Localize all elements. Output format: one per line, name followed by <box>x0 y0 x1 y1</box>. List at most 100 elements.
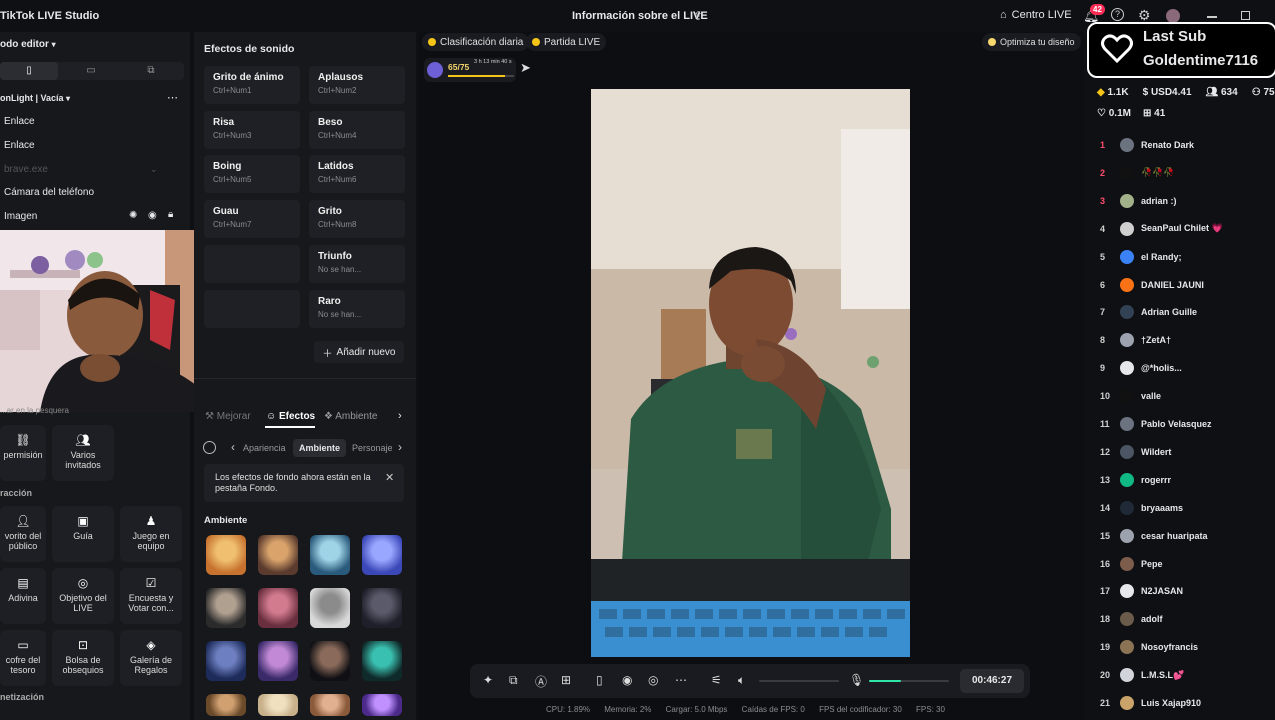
sound-effect-button[interactable]: Grito de ánimo Ctrl+Num1 <box>204 66 300 104</box>
more-icon[interactable]: ⋯ <box>675 673 687 687</box>
tile-guess[interactable]: ▤ Adivina <box>0 568 46 624</box>
eye-icon[interactable]: ◉ <box>148 210 157 221</box>
tile-gift-gallery[interactable]: ◈ Galería de Regalos <box>120 630 182 686</box>
leaderboard-row[interactable]: 13 rogerrr <box>1100 470 1171 490</box>
ambient-effect-thumbnail[interactable] <box>206 694 246 716</box>
ambient-effect-thumbnail[interactable] <box>258 588 298 628</box>
leaderboard-row[interactable]: 9 @*holis... <box>1100 358 1182 378</box>
leaderboard-row[interactable]: 6 DANIEL JAUNI <box>1100 275 1204 295</box>
add-new-button[interactable]: ＋ Añadir nuevo <box>314 341 404 363</box>
ambient-effect-thumbnail[interactable] <box>310 694 350 716</box>
ambient-effect-thumbnail[interactable] <box>362 588 402 628</box>
minimize-icon[interactable] <box>1207 16 1217 18</box>
ambient-effect-thumbnail[interactable] <box>362 641 402 681</box>
portrait-option[interactable]: ▯ <box>0 62 58 80</box>
tab-effects[interactable]: ☺ Efectos <box>266 411 315 422</box>
chevron-left-icon[interactable]: ‹ <box>231 440 235 454</box>
tab-ambient[interactable]: ❖ Ambiente <box>324 411 377 422</box>
none-icon[interactable] <box>203 441 216 454</box>
lock-icon[interactable]: 🔒︎ <box>168 209 173 220</box>
leaderboard-row[interactable]: 11 Pablo Velasquez <box>1100 414 1212 434</box>
leaderboard-row[interactable]: 7 Adrian Guille <box>1100 302 1197 322</box>
ambient-effect-thumbnail[interactable] <box>310 588 350 628</box>
camera-switch-icon[interactable]: ◎ <box>648 673 658 687</box>
leaderboard-row[interactable]: 14 bryaaams <box>1100 498 1183 518</box>
chevron-right-icon[interactable]: › <box>398 440 402 454</box>
speaker-volume-slider[interactable] <box>759 680 839 682</box>
share-icon[interactable]: ⇪ <box>693 9 703 23</box>
leaderboard-row[interactable]: 4 SeanPaul Chilet 💗 <box>1100 219 1223 239</box>
settings-icon[interactable]: ✺ <box>129 210 137 221</box>
restore-icon[interactable] <box>1241 11 1250 20</box>
mic-volume-slider[interactable] <box>869 680 949 682</box>
tile-multi-guest[interactable]: 👥︎ Varios invitados <box>52 425 114 481</box>
tile-guide[interactable]: ▣ Guía <box>52 506 114 562</box>
tile-team-game[interactable]: ♟ Juego en equipo <box>120 506 182 562</box>
sound-effect-button[interactable]: Guau Ctrl+Num7 <box>204 200 300 239</box>
source-item[interactable]: Imagen <box>4 211 37 222</box>
sound-effect-button[interactable]: Beso Ctrl+Num4 <box>309 110 405 149</box>
leaderboard-row[interactable]: 20 L.M.S.L💕 <box>1100 665 1184 685</box>
source-item[interactable]: Cámara del teléfono <box>4 187 94 198</box>
sound-effect-button[interactable]: Latidos Ctrl+Num6 <box>309 155 405 194</box>
ambient-effect-thumbnail[interactable] <box>362 535 402 575</box>
leaderboard-row[interactable]: 15 cesar huaripata <box>1100 526 1208 546</box>
phone-icon[interactable]: ▯ <box>596 673 603 687</box>
sound-effect-button[interactable]: Grito Ctrl+Num8 <box>309 200 405 239</box>
landscape-option[interactable]: ▭ <box>62 62 120 80</box>
source-item[interactable]: brave.exe <box>4 164 48 175</box>
leaderboard-row[interactable]: 2 🥀🥀🥀 <box>1100 163 1175 183</box>
live-info-title[interactable]: Información sobre el LIVE <box>572 10 708 22</box>
sound-effect-button[interactable]: Triunfo No se han... <box>309 244 405 283</box>
magic-wand-icon[interactable]: ✦ <box>483 673 493 687</box>
dual-option[interactable]: ⧉ <box>122 62 180 80</box>
mode-editor-dropdown[interactable]: odo editor ▾ <box>0 39 56 50</box>
sound-effect-button[interactable] <box>204 289 300 328</box>
ambient-effect-thumbnail[interactable] <box>258 694 298 716</box>
source-item[interactable]: Enlace <box>4 116 35 127</box>
mixer-icon[interactable]: ⚟ <box>711 673 722 687</box>
tab-enhance[interactable]: ⚒ Mejorar <box>205 411 251 422</box>
ambient-effect-thumbnail[interactable] <box>258 641 298 681</box>
leaderboard-row[interactable]: 18 adolf <box>1100 609 1163 629</box>
tile-live-goal[interactable]: ◎ Objetivo del LIVE <box>52 568 114 624</box>
subtab-ambient[interactable]: Ambiente <box>293 439 347 457</box>
chevron-right-icon[interactable]: › <box>398 410 402 422</box>
tile-permission[interactable]: ⛓ permisión <box>0 425 46 481</box>
leaderboard-row[interactable]: 8 †ZetA† <box>1100 330 1171 350</box>
leaderboard-row[interactable]: 12 Wildert <box>1100 442 1171 462</box>
leaderboard-row[interactable]: 10 valle <box>1100 386 1161 406</box>
daily-ranking-pill[interactable]: Clasificación diaria <box>422 33 530 51</box>
leaderboard-row[interactable]: 19 Nosoyfrancis <box>1100 637 1198 657</box>
leaderboard-row[interactable]: 5 el Randy; <box>1100 247 1182 267</box>
subtab-character[interactable]: Personaje <box>352 443 392 453</box>
tile-treasure-chest[interactable]: ▭ cofre del tesoro <box>0 630 46 686</box>
sound-effect-button[interactable]: Aplausos Ctrl+Num2 <box>309 66 405 104</box>
record-icon[interactable]: ◉ <box>622 673 632 687</box>
ambient-effect-thumbnail[interactable] <box>310 641 350 681</box>
sound-effect-button[interactable]: Risa Ctrl+Num3 <box>204 110 300 149</box>
close-icon[interactable]: ✕ <box>385 471 394 484</box>
help-icon[interactable]: ? <box>1111 8 1124 21</box>
leaderboard-row[interactable]: 3 adrian :) <box>1100 191 1177 211</box>
optimize-design-pill[interactable]: Optimiza tu diseño <box>982 33 1081 51</box>
ai-icon[interactable]: Ⓐ <box>535 673 547 690</box>
sound-effect-button[interactable]: Raro No se han... <box>309 289 405 328</box>
ambient-effect-thumbnail[interactable] <box>206 535 246 575</box>
level-widget[interactable]: 65/75 3 h 13 min 40 s <box>424 58 516 82</box>
ambient-effect-thumbnail[interactable] <box>362 694 402 716</box>
ambient-effect-thumbnail[interactable] <box>206 588 246 628</box>
more-icon[interactable]: ⋯ <box>167 91 178 104</box>
ambient-effect-thumbnail[interactable] <box>310 535 350 575</box>
live-video-feed[interactable] <box>591 89 910 657</box>
leaderboard-row[interactable]: 1 Renato Dark <box>1100 135 1194 155</box>
leaderboard-row[interactable]: 16 Pepe <box>1100 554 1163 574</box>
microphone-icon[interactable]: 🎙︎ <box>849 673 864 687</box>
live-match-pill[interactable]: Partida LIVE <box>526 33 607 51</box>
sound-effect-button[interactable]: Boing Ctrl+Num5 <box>204 155 300 194</box>
ambient-effect-thumbnail[interactable] <box>258 535 298 575</box>
screen-icon[interactable]: ⧉ <box>509 673 518 688</box>
tile-gift-bag[interactable]: ⊡ Bolsa de obsequios <box>52 630 114 686</box>
scene-selector[interactable]: onLight | Vacía ▾ <box>0 93 70 103</box>
subtab-appearance[interactable]: Apariencia <box>243 443 288 453</box>
